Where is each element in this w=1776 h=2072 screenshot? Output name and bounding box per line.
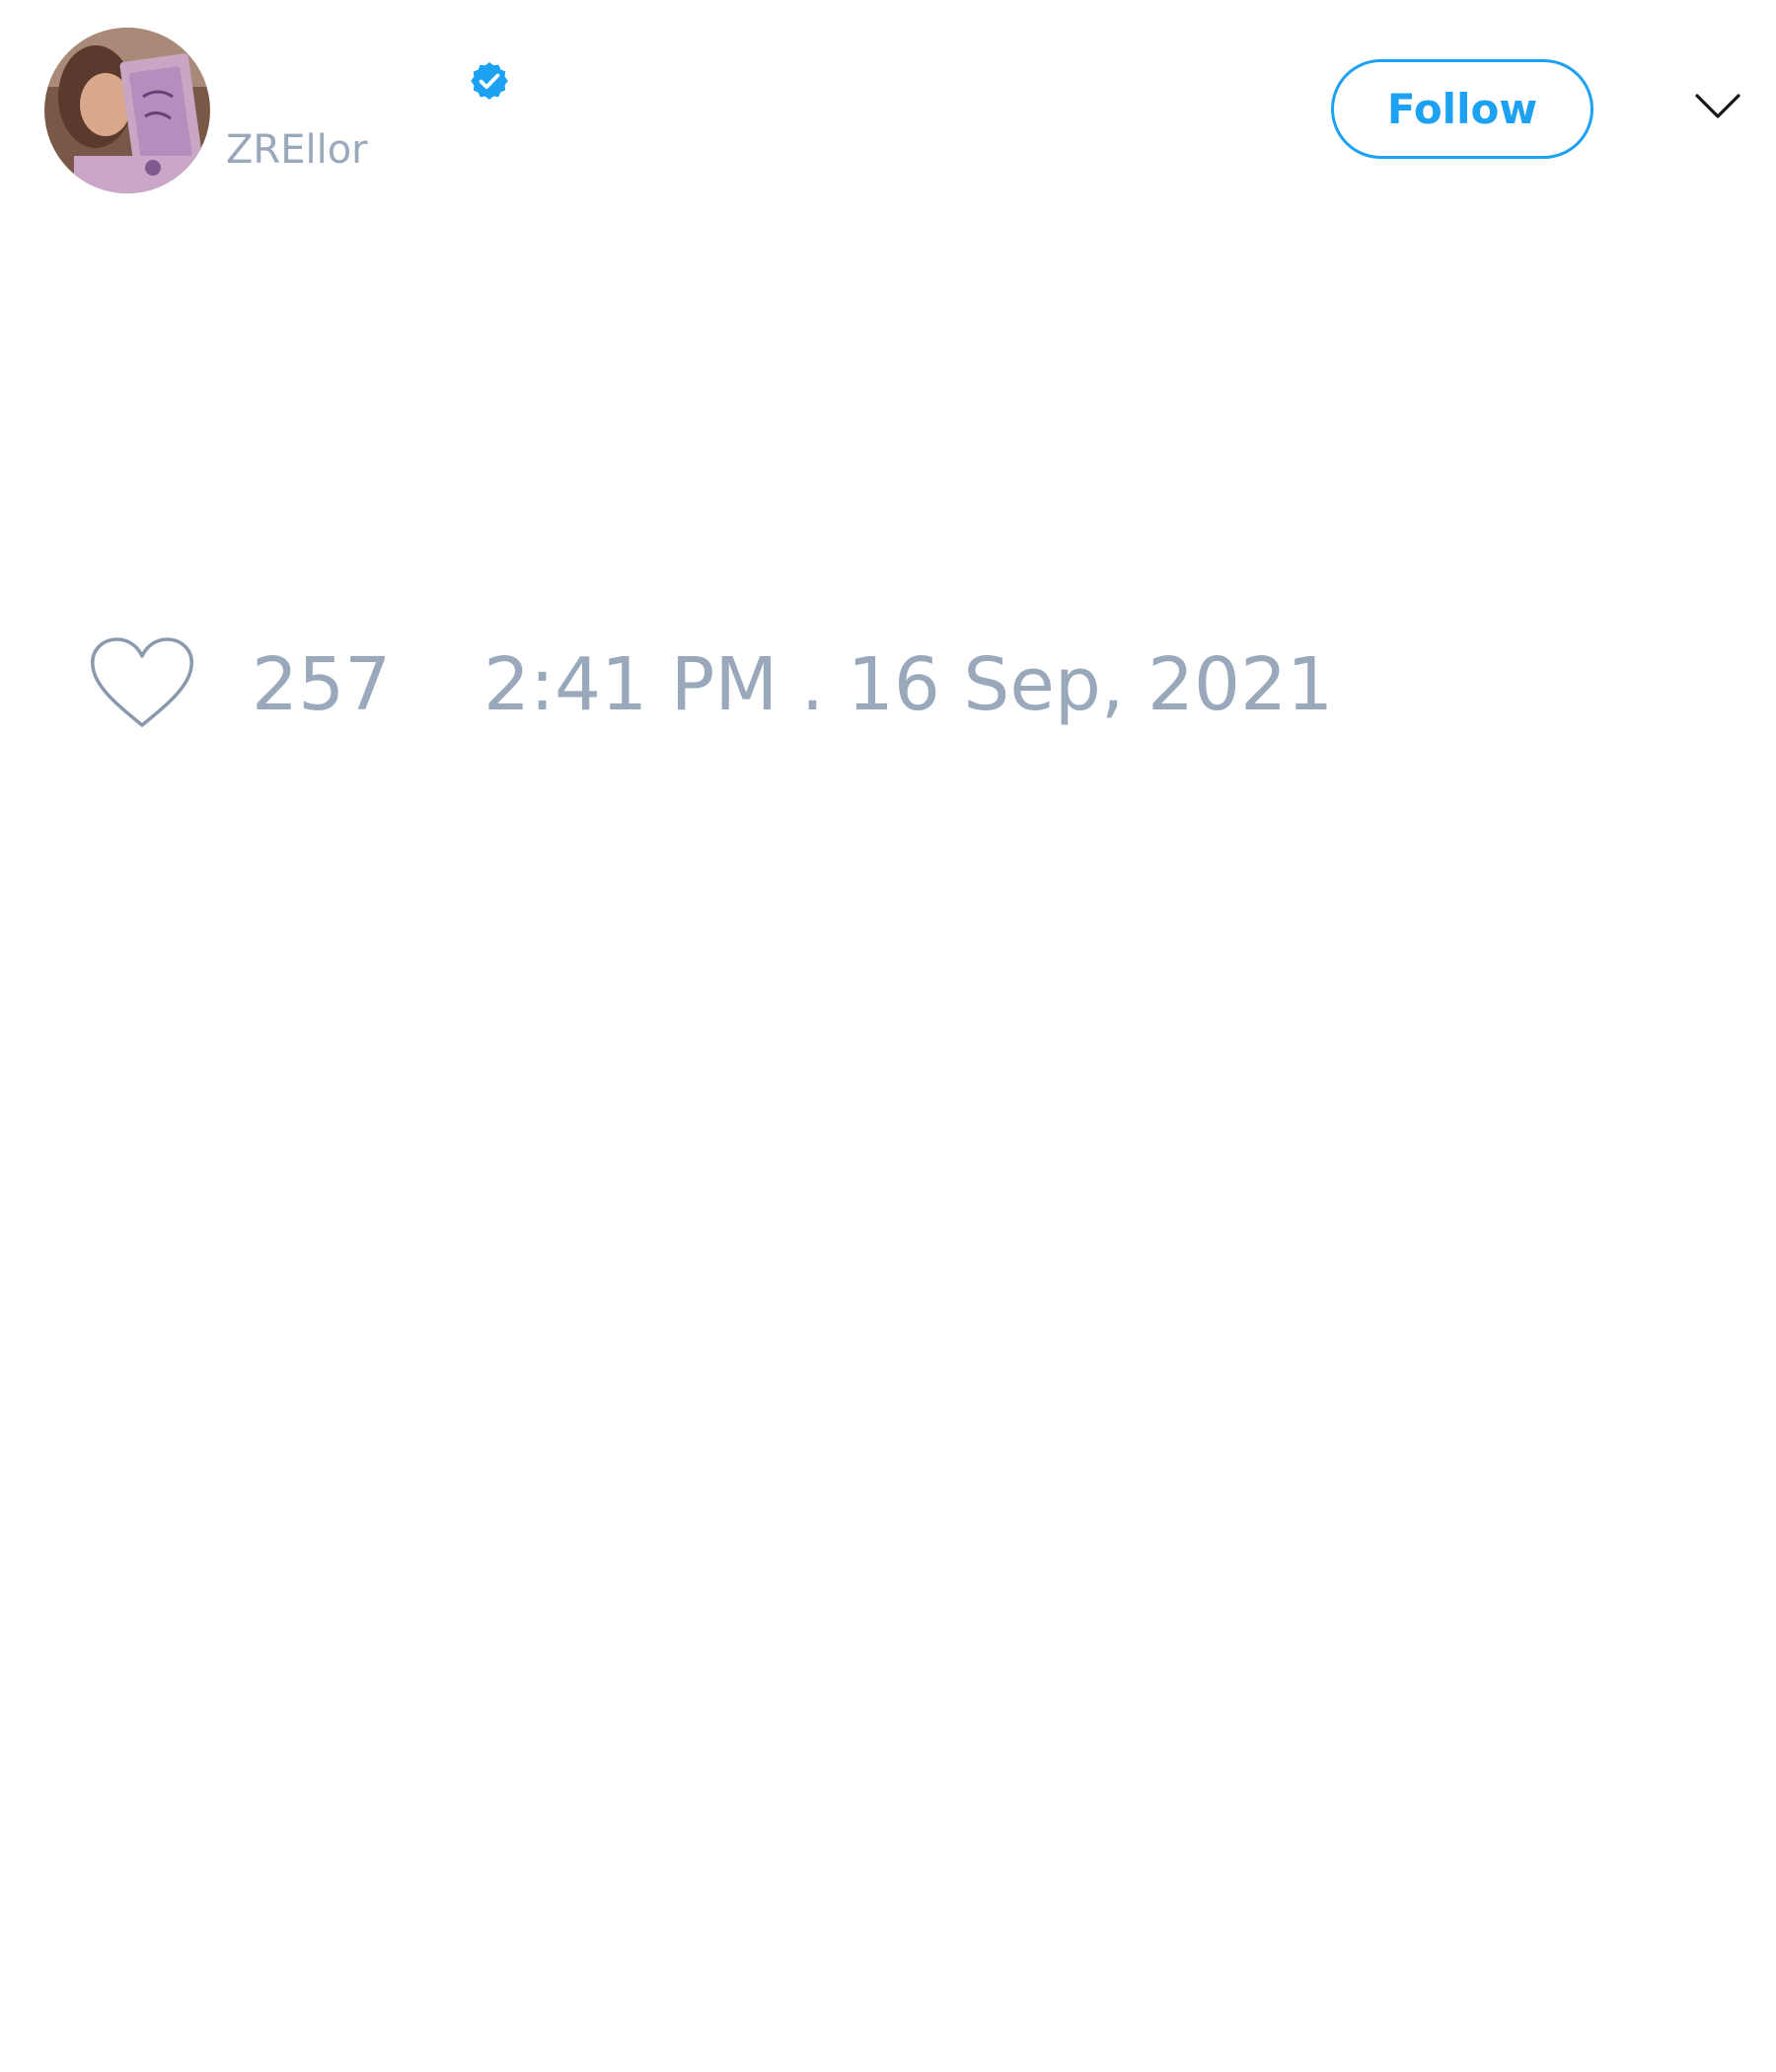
like-count: 257: [252, 642, 392, 727]
user-handle[interactable]: ZREllor: [226, 126, 368, 174]
chevron-down-icon[interactable]: [1693, 91, 1742, 122]
tweet-card: ZREllor Follow 257 2:41 PM . 16 Sep, 202…: [0, 0, 1776, 2072]
heart-icon[interactable]: [89, 636, 195, 731]
follow-button[interactable]: Follow: [1331, 59, 1593, 159]
verified-badge-icon: [471, 62, 508, 100]
avatar-image: [44, 28, 210, 193]
avatar[interactable]: [44, 28, 210, 193]
tweet-timestamp[interactable]: 2:41 PM . 16 Sep, 2021: [483, 641, 1333, 728]
